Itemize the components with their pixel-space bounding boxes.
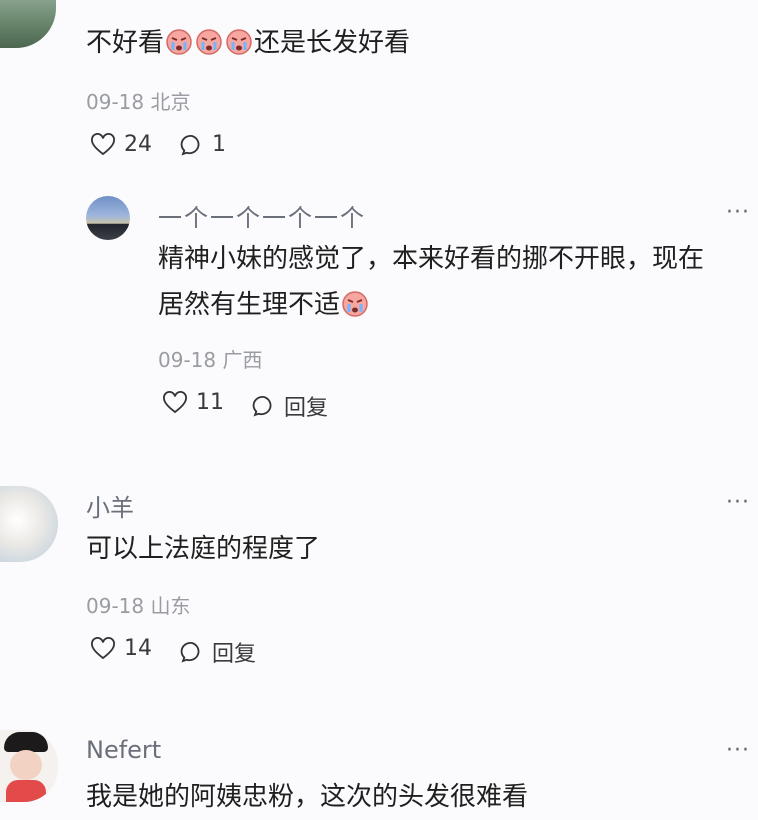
comment-text: 精神小妹的感觉了，本来好看的挪不开眼，现在 居然有生理不适 <box>158 244 705 320</box>
heart-icon <box>163 390 187 413</box>
crying-face-emoji-icon <box>166 29 192 55</box>
more-button[interactable]: ··· <box>726 490 750 515</box>
comment-meta: 09-18 北京 <box>86 90 191 114</box>
crying-face-emoji-icon <box>196 29 222 55</box>
heart-icon <box>91 132 115 155</box>
avatar-hair <box>4 732 48 752</box>
commenter-name[interactable]: Nefert <box>86 736 161 764</box>
avatar[interactable] <box>86 196 130 240</box>
comment-meta: 09-18 广西 <box>158 348 263 372</box>
heart-icon <box>91 636 115 659</box>
like-button[interactable]: 11 <box>162 390 224 415</box>
reply-label: 回复 <box>284 396 329 421</box>
avatar[interactable] <box>0 486 58 562</box>
commenter-name[interactable]: 一个一个一个一个 <box>158 198 366 233</box>
more-button[interactable]: ··· <box>726 738 750 763</box>
reply-count: 1 <box>212 132 226 157</box>
like-button[interactable]: 24 <box>90 132 152 157</box>
comment-text: 不好看 还是长发好看 <box>86 28 411 58</box>
reply-button[interactable]: 回复 <box>252 390 328 422</box>
comment-bubble-icon <box>180 642 200 663</box>
avatar[interactable] <box>0 730 58 802</box>
comment-meta: 09-18 山东 <box>86 594 191 618</box>
more-button[interactable]: ··· <box>726 200 750 225</box>
like-count: 14 <box>124 636 152 661</box>
comment-bubble-icon <box>180 134 200 155</box>
reply-button[interactable]: 回复 <box>180 636 256 668</box>
avatar-face <box>10 750 42 780</box>
reply-button[interactable]: 1 <box>180 132 226 157</box>
reply-label: 回复 <box>212 642 257 667</box>
like-button[interactable]: 14 <box>90 636 152 661</box>
like-count: 24 <box>124 132 152 157</box>
comment-text: 可以上法庭的程度了 <box>86 534 321 564</box>
avatar[interactable] <box>0 0 56 48</box>
crying-face-emoji-icon <box>342 291 368 317</box>
crying-face-emoji-icon <box>226 29 252 55</box>
comment-text: 我是她的阿姨忠粉，这次的头发很难看 <box>86 782 529 812</box>
comment-bubble-icon <box>252 396 272 417</box>
commenter-name[interactable]: 小羊 <box>86 488 134 523</box>
like-count: 11 <box>196 390 224 415</box>
